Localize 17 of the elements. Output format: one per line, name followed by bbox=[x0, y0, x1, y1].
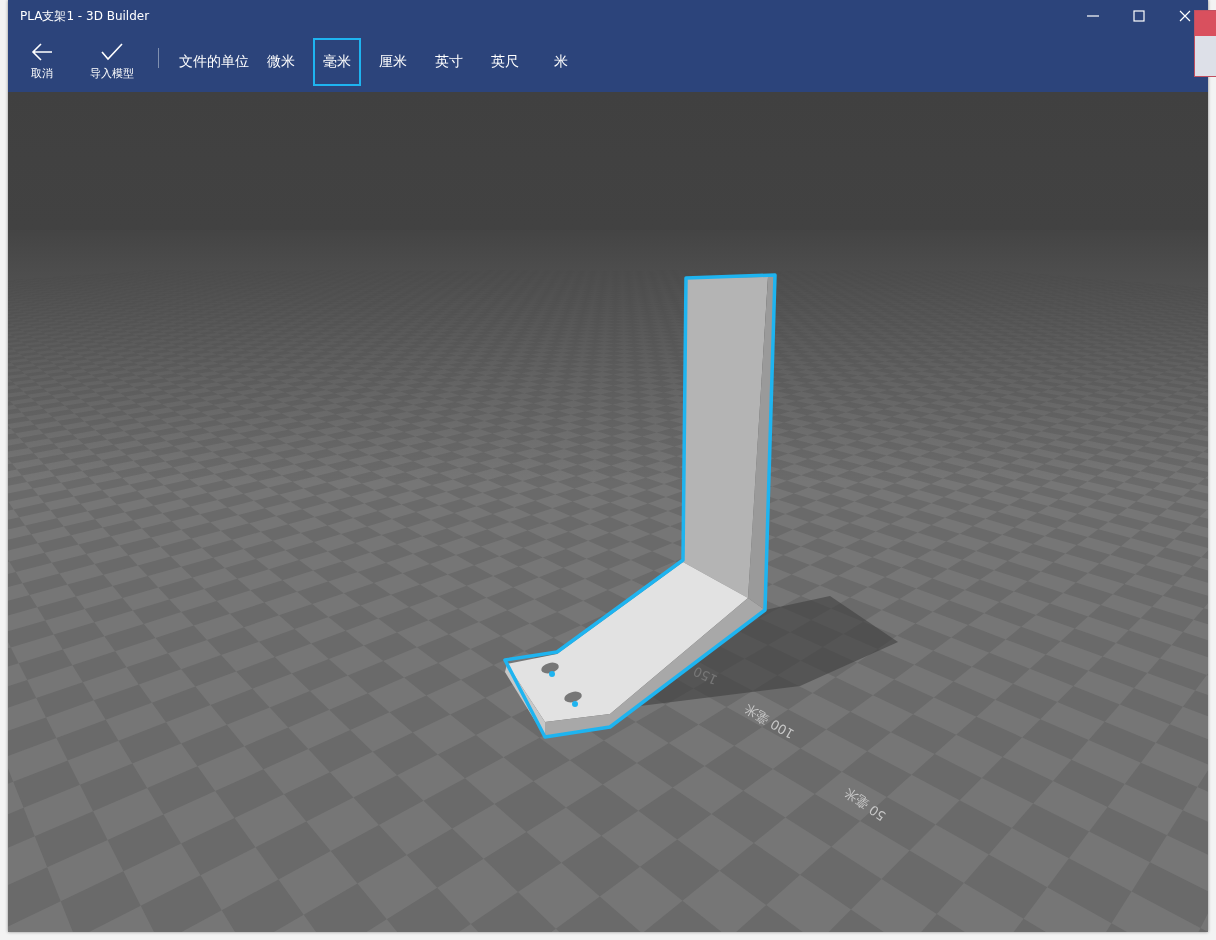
unit-option[interactable]: 英尺 bbox=[481, 38, 529, 86]
back-arrow-icon bbox=[31, 43, 53, 61]
window-title: PLA支架1 - 3D Builder bbox=[19, 7, 150, 25]
minimize-icon bbox=[1087, 15, 1099, 17]
maximize-icon bbox=[1133, 10, 1145, 22]
unit-option[interactable]: 微米 bbox=[257, 38, 305, 86]
import-button[interactable]: 导入模型 bbox=[80, 37, 144, 87]
unit-option[interactable]: 英寸 bbox=[425, 38, 473, 86]
cancel-button[interactable]: 取消 bbox=[16, 37, 68, 87]
ruler-label: 100 毫米 bbox=[741, 700, 798, 743]
unit-option[interactable]: 米 bbox=[537, 38, 585, 86]
checkmark-icon bbox=[101, 43, 123, 61]
units-label: 文件的单位 bbox=[179, 53, 249, 71]
unit-option[interactable]: 厘米 bbox=[369, 38, 417, 86]
close-icon bbox=[1179, 10, 1191, 22]
ruler-label: 50 毫米 bbox=[841, 783, 890, 825]
unit-option[interactable]: 毫米 bbox=[313, 38, 361, 86]
